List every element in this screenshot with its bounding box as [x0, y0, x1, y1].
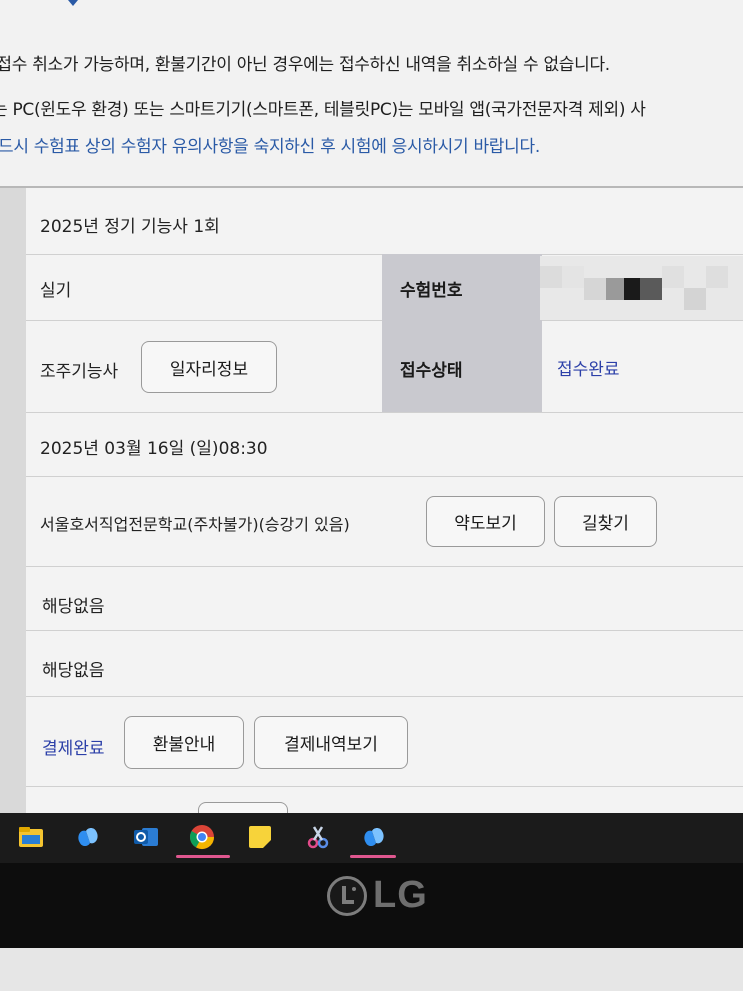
notice-area: l접수 취소가 가능하며, 환불기간이 아닌 경우에는 접수하신 내역을 취소하…: [0, 0, 743, 190]
exam-datetime: 2025년 03월 16일 (일)08:30: [40, 439, 268, 459]
lg-logo-icon: [327, 875, 367, 916]
snipping-tool-icon[interactable]: [304, 823, 332, 851]
exam-type: 실기: [40, 281, 72, 301]
row-7-value: 해당없음: [42, 661, 105, 681]
notice-line-1: l접수 취소가 가능하며, 환불기간이 아닌 경우에는 접수하신 내역을 취소하…: [0, 55, 610, 75]
copilot-icon[interactable]: [74, 823, 102, 851]
table-row-exam-title: 2025년 정기 기능사 1회: [26, 188, 743, 255]
outlook-icon[interactable]: [132, 823, 160, 851]
file-explorer-icon[interactable]: [17, 823, 45, 851]
desk-surface: [0, 948, 743, 991]
exam-number-label: 수험번호: [400, 281, 463, 301]
notice-line-2: 는 PC(윈도우 환경) 또는 스마트기기(스마트폰, 테블릿PC)는 모바일 …: [0, 100, 646, 120]
map-button[interactable]: 약도보기: [426, 496, 545, 547]
chevron-down-icon: [68, 0, 78, 6]
refund-info-button[interactable]: 환불안내: [124, 716, 244, 769]
table-row-7: 해당없음: [26, 630, 743, 697]
exam-field: 조주기능사: [40, 362, 119, 382]
lg-logo: LG: [327, 874, 428, 917]
notice-line-3: 드시 수험표 상의 수험자 유의사항을 숙지하신 후 시험에 응시하시기 바랍니…: [0, 137, 540, 157]
exam-venue: 서울호서직업전문학교(주차불가)(승강기 있음): [40, 515, 350, 534]
directions-button[interactable]: 길찾기: [554, 496, 657, 547]
exam-number-redacted: [540, 256, 743, 320]
exam-title: 2025년 정기 기능사 1회: [40, 217, 220, 237]
exam-number-label-cell: 수험번호: [382, 254, 542, 320]
row-6-value: 해당없음: [42, 597, 105, 617]
status-label: 접수상태: [400, 361, 463, 381]
status-value: 접수완료: [557, 360, 620, 380]
table-row-payment: 결제완료 환불안내 결제내역보기: [26, 696, 743, 787]
status-label-cell: 접수상태: [382, 320, 542, 412]
table-left-header-column: [0, 188, 26, 813]
copilot-icon[interactable]: [360, 823, 388, 851]
sticky-notes-icon[interactable]: [246, 823, 274, 851]
table-row-datetime: 2025년 03월 16일 (일)08:30: [26, 412, 743, 477]
payment-history-button[interactable]: 결제내역보기: [254, 716, 408, 769]
table-row-field: 조주기능사 일자리정보 접수상태 접수완료: [26, 320, 743, 413]
table-row-venue: 서울호서직업전문학교(주차불가)(승강기 있음) 약도보기 길찾기: [26, 476, 743, 567]
lg-logo-text: LG: [373, 874, 428, 916]
payment-status: 결제완료: [42, 739, 105, 759]
exam-info-table: 2025년 정기 기능사 1회 실기 수험번호 조주기능사 일자리정보 접수상태…: [0, 188, 743, 832]
open-app-indicator: [350, 855, 396, 858]
table-row-6: 해당없음: [26, 566, 743, 631]
chrome-icon[interactable]: [188, 823, 216, 851]
active-app-indicator: [176, 855, 230, 858]
job-info-button[interactable]: 일자리정보: [141, 341, 277, 393]
windows-taskbar: [0, 813, 743, 863]
